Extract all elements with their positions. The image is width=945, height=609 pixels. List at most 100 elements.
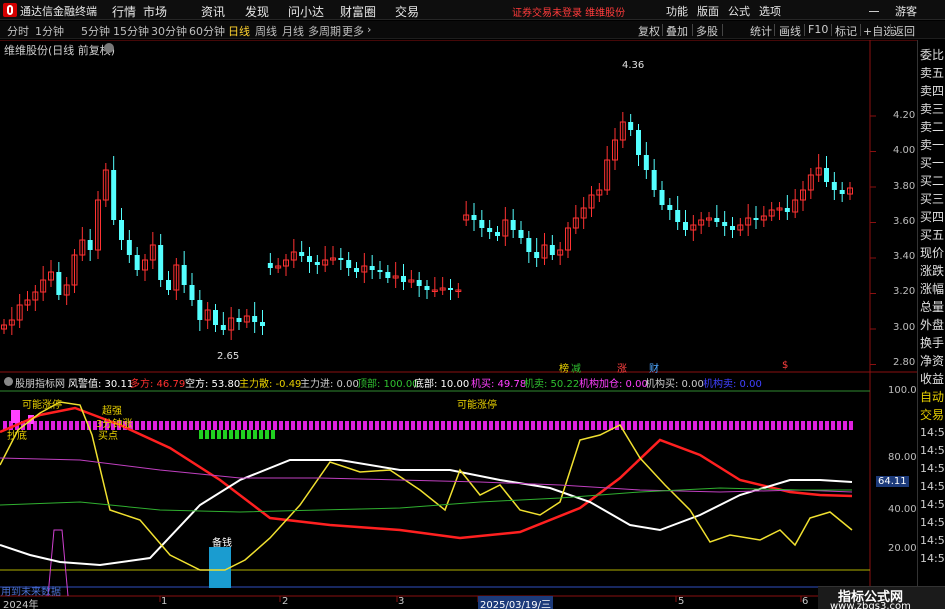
signal-bar <box>345 421 349 430</box>
signal-bar <box>693 421 697 430</box>
signal-bar <box>483 421 487 430</box>
period-multi[interactable]: 多周期 <box>308 23 341 39</box>
candle-body <box>416 280 422 286</box>
event-marker[interactable]: 减 <box>571 360 581 375</box>
indicator-menu-icon[interactable] <box>4 377 13 386</box>
period-daily[interactable]: 日线 <box>228 23 250 39</box>
period-monthly[interactable]: 月线 <box>282 23 304 39</box>
candle-body <box>377 270 383 272</box>
signal-bar <box>363 421 367 430</box>
quote-field: 买一 <box>920 156 945 170</box>
price-tick: 3.20 <box>893 286 916 297</box>
chevron-right-icon[interactable]: › <box>367 23 371 36</box>
candle-body <box>479 220 485 228</box>
menu-news[interactable]: 资讯 <box>201 3 225 20</box>
signal-label: 抄底 <box>7 431 27 442</box>
menu-function[interactable]: 功能 <box>666 3 688 19</box>
candle-body <box>651 170 657 190</box>
price-tick: 3.00 <box>893 322 916 333</box>
indicator-value: 空方: 53.80 <box>185 379 241 390</box>
menu-ask-xiaoda[interactable]: 问小达 <box>288 3 324 20</box>
guest-button[interactable]: 游客 <box>895 3 917 19</box>
quote-panel[interactable]: 委比 卖五 卖四 卖三 卖二 卖一 买一 买二 买三 买四 买五 现价 涨跌 涨… <box>917 40 945 609</box>
price-tick: 3.60 <box>893 216 916 227</box>
candle-body <box>166 280 171 290</box>
candle-body <box>87 240 93 250</box>
signal-bar <box>255 421 259 430</box>
candle-body <box>667 205 673 210</box>
period-1min[interactable]: 1分钟 <box>35 23 64 39</box>
signal-bar <box>165 421 169 430</box>
candle-body <box>628 122 634 130</box>
menu-trade[interactable]: 交易 <box>395 3 419 20</box>
event-marker[interactable]: 涨 <box>617 360 627 375</box>
overlay-button[interactable]: 叠加 <box>666 23 688 39</box>
signal-bar <box>135 421 139 430</box>
menu-bar: 通达信金融终端 行情 市场 资讯 发现 问小达 财富圈 交易 证券交易未登录 维… <box>0 0 945 20</box>
indicator-name[interactable]: 股朋指标网 <box>15 375 65 390</box>
signal-bar <box>333 421 337 430</box>
chart-area[interactable] <box>0 40 917 609</box>
candle-body <box>643 155 649 170</box>
signal-bar <box>417 421 421 430</box>
signal-bar-green <box>271 430 275 439</box>
menu-wealth-circle[interactable]: 财富圈 <box>340 3 376 20</box>
minimize-icon[interactable] <box>868 3 880 15</box>
signal-label: 可能涨停 <box>22 400 62 411</box>
period-5min[interactable]: 5分钟 <box>81 23 110 39</box>
auto-trade-label[interactable]: 自动 <box>920 388 944 405</box>
period-15min[interactable]: 15分钟 <box>113 23 149 39</box>
signal-bar <box>639 421 643 430</box>
signal-bar <box>735 421 739 430</box>
menu-layout[interactable]: 版面 <box>697 3 719 19</box>
app-logo <box>3 3 17 17</box>
signal-bar <box>39 421 43 430</box>
indicator-tick: 80.00 <box>888 452 917 463</box>
indicator-value: 机构加仓: 0.00 <box>579 379 648 390</box>
period-weekly[interactable]: 周线 <box>255 23 277 39</box>
menu-formula[interactable]: 公式 <box>728 3 750 19</box>
event-marker[interactable]: $ <box>782 360 788 371</box>
adjust-button[interactable]: 复权 <box>638 23 660 39</box>
signal-bar <box>63 421 67 430</box>
back-button[interactable]: 返回 <box>893 23 915 39</box>
quote-field: 卖四 <box>920 84 945 98</box>
signal-bar <box>783 421 787 430</box>
signal-bar <box>279 421 283 430</box>
mark-button[interactable]: 标记 <box>835 23 857 39</box>
period-more[interactable]: 更多 <box>342 23 364 39</box>
draw-line-button[interactable]: 画线 <box>779 23 801 39</box>
signal-bar <box>549 421 553 430</box>
event-marker[interactable]: 财 <box>649 360 659 375</box>
signal-bar <box>789 421 793 430</box>
menu-quotes[interactable]: 行情 <box>112 3 136 20</box>
indicator-tick: 100.0 <box>888 385 917 396</box>
signal-bar <box>537 421 541 430</box>
signal-bar <box>57 421 61 430</box>
signal-bar <box>153 421 157 430</box>
period-intraday[interactable]: 分时 <box>7 23 29 39</box>
period-30min[interactable]: 30分钟 <box>151 23 187 39</box>
multi-stock-button[interactable]: 多股 <box>696 23 718 39</box>
auto-trade-label[interactable]: 交易 <box>920 406 944 423</box>
price-tick: 3.40 <box>893 251 916 262</box>
signal-bar <box>45 421 49 430</box>
signal-bar <box>171 421 175 430</box>
signal-bar <box>375 421 379 430</box>
menu-options[interactable]: 选项 <box>759 3 781 19</box>
candle-body <box>448 288 453 290</box>
signal-bar <box>519 421 523 430</box>
login-warning[interactable]: 证券交易未登录 维维股份 <box>512 4 625 19</box>
menu-discover[interactable]: 发现 <box>245 3 269 20</box>
period-60min[interactable]: 60分钟 <box>189 23 225 39</box>
price-tick: 3.80 <box>893 181 916 192</box>
signal-bar <box>183 421 187 430</box>
price-tick: 4.20 <box>893 110 916 121</box>
watermark-url: www.zbgs3.com <box>830 601 911 609</box>
menu-market[interactable]: 市场 <box>143 3 167 20</box>
event-marker[interactable]: 榜 <box>559 360 569 375</box>
f10-button[interactable]: F10 <box>808 23 828 36</box>
statistics-button[interactable]: 统计 <box>750 23 772 39</box>
signal-bar-green <box>247 430 251 439</box>
signal-bar <box>633 421 637 430</box>
